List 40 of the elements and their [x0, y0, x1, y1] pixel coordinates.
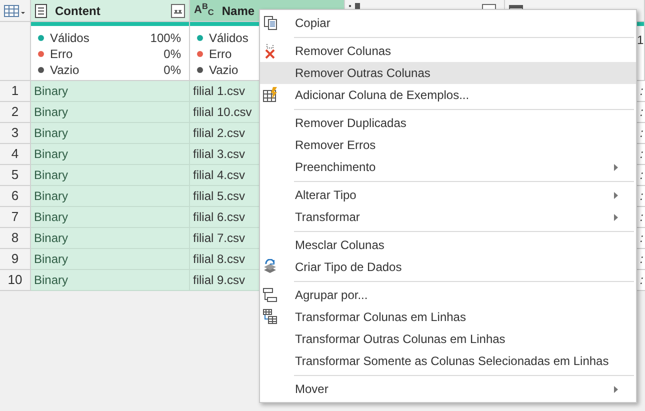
table-cell: Binary	[31, 81, 190, 102]
row-number: 4	[0, 144, 31, 165]
table-cell-text: :	[640, 83, 644, 100]
row-number: 2	[0, 102, 31, 123]
table-cell: Binary	[31, 165, 190, 186]
table-cell-text: :	[640, 167, 644, 184]
table-cell-text: :	[640, 104, 644, 121]
table-cell-text: :	[640, 230, 644, 247]
table-cell: Binary	[31, 207, 190, 228]
row-number: 7	[0, 207, 31, 228]
profile-label: Erro	[50, 46, 73, 63]
row-number: 8	[0, 228, 31, 249]
table-cell: Binary	[31, 228, 190, 249]
table-cell: Binary	[31, 186, 190, 207]
profile-value: 1	[637, 32, 644, 45]
table-cell: Binary	[31, 102, 190, 123]
profile-percent: 0%	[164, 62, 181, 79]
table-cell-text: :	[640, 188, 644, 205]
table-cell: Binary	[31, 249, 190, 270]
row-number: 6	[0, 186, 31, 207]
profile-label: Válidos	[209, 30, 248, 47]
row-number: 1	[0, 81, 31, 102]
profile-label: Válidos	[50, 30, 90, 47]
row-number: 9	[0, 249, 31, 270]
table-cell-text: :	[640, 146, 644, 163]
profile-label: Vazio	[50, 62, 80, 79]
profile-percent: 100%	[150, 30, 181, 47]
row-number: 10	[0, 270, 31, 291]
profile-label: Vazio	[209, 62, 238, 79]
table-cell: Binary	[31, 270, 190, 291]
table-cell-text: :	[640, 251, 644, 268]
profile-label: Erro	[209, 46, 232, 63]
table-cell: Binary	[31, 144, 190, 165]
row-number: 5	[0, 165, 31, 186]
table-cell: Binary	[31, 123, 190, 144]
table-cell-text: :	[640, 125, 644, 142]
table-cell-text: :	[640, 272, 644, 289]
table-cell-text: :	[640, 209, 644, 226]
profile-percent: 0%	[164, 46, 181, 63]
row-number: 3	[0, 123, 31, 144]
